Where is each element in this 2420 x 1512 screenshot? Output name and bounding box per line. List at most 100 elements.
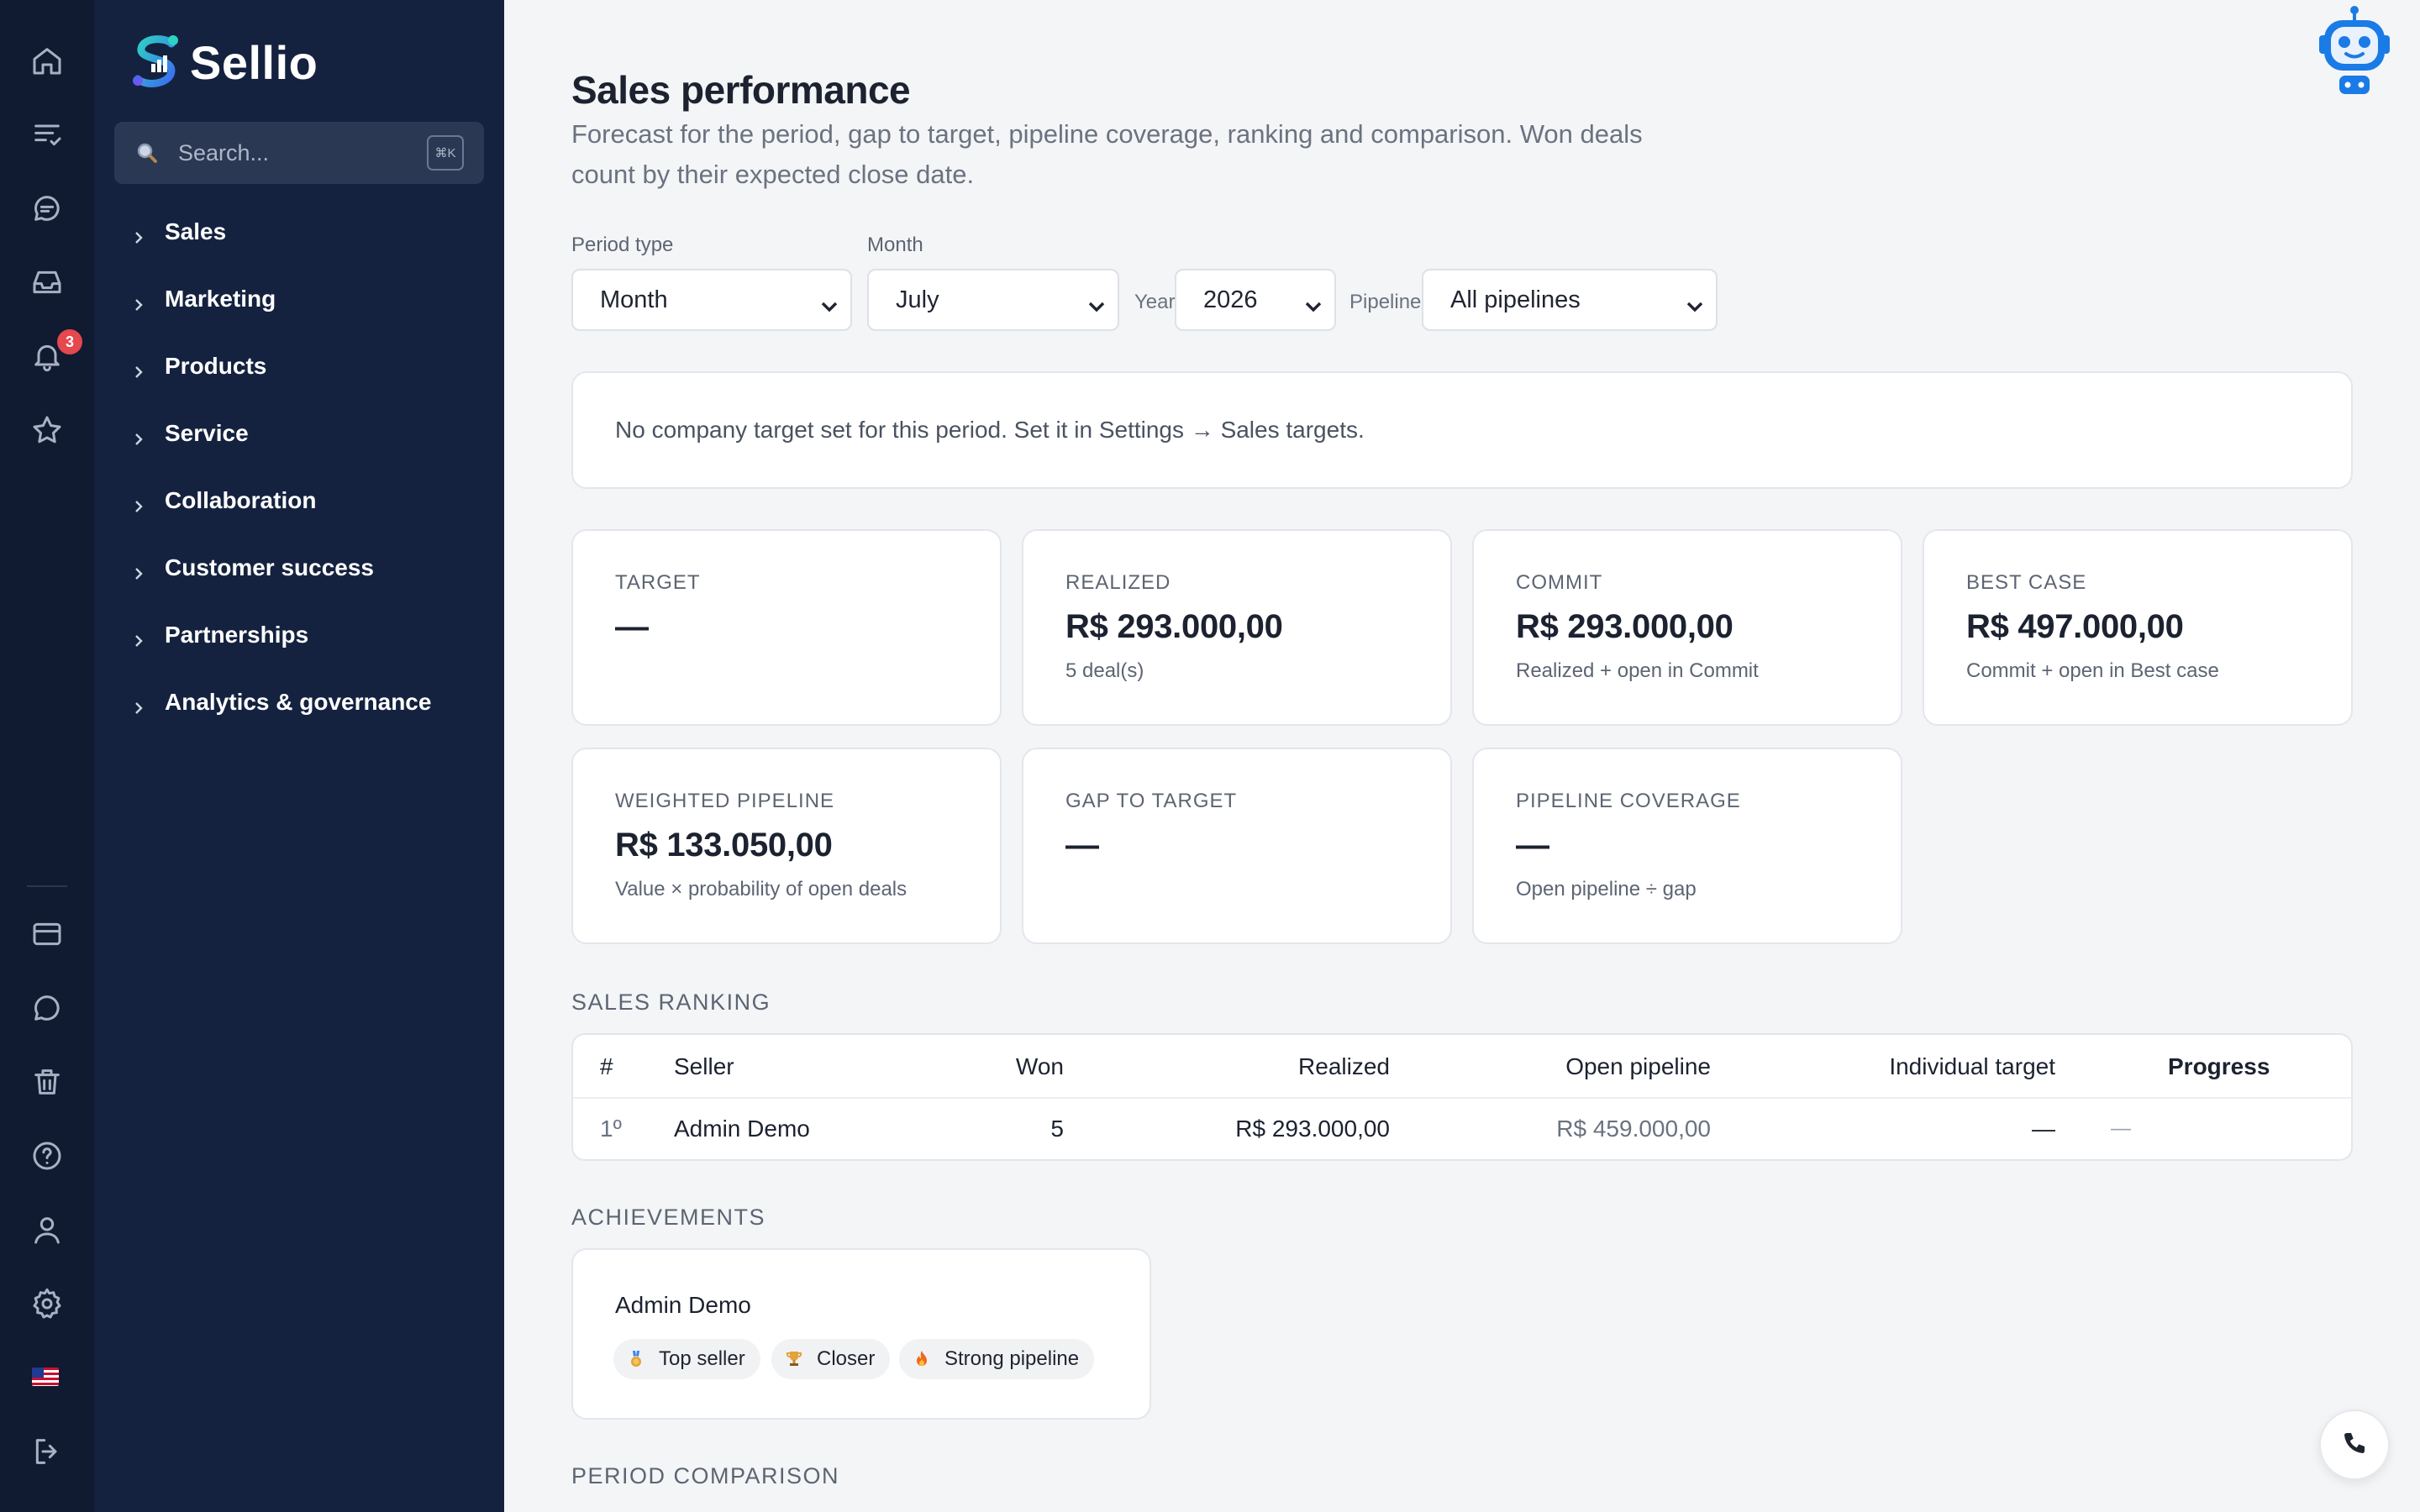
medal-icon bbox=[625, 1348, 647, 1370]
kpi-card-pipeline-coverage: PIPELINE COVERAGE — Open pipeline ÷ gap bbox=[1472, 748, 1902, 944]
chevron-right-icon bbox=[131, 627, 146, 647]
achievement-chip: Strong pipeline bbox=[899, 1339, 1095, 1379]
col-header-realized: Realized bbox=[1298, 1053, 1390, 1079]
col-header-progress: Progress bbox=[2168, 1053, 2270, 1079]
achievement-label: Closer bbox=[817, 1347, 876, 1370]
chevron-down-icon bbox=[1686, 293, 1704, 312]
help-circle-icon[interactable] bbox=[25, 1134, 69, 1178]
achievement-label: Top seller bbox=[659, 1347, 745, 1370]
settings-gear-icon[interactable] bbox=[25, 1282, 69, 1326]
sidebar-item-products[interactable]: Products bbox=[131, 345, 266, 387]
sidebar-item-sales[interactable]: Sales bbox=[131, 211, 226, 253]
achievement-label: Strong pipeline bbox=[944, 1347, 1080, 1370]
cell-individual-target: — bbox=[2032, 1116, 2055, 1142]
notification-badge: 3 bbox=[57, 329, 82, 354]
chevron-down-icon bbox=[820, 293, 839, 312]
pipeline-label: Pipeline bbox=[1349, 291, 1422, 313]
year-value: 2026 bbox=[1203, 286, 1258, 313]
cell-realized: R$ 293.000,00 bbox=[1235, 1116, 1390, 1142]
chevron-right-icon bbox=[131, 426, 146, 445]
phone-icon bbox=[2341, 1430, 2368, 1461]
call-button[interactable] bbox=[2319, 1410, 2390, 1480]
cell-won: 5 bbox=[1050, 1116, 1064, 1142]
message-circle-icon[interactable] bbox=[25, 986, 69, 1030]
home-icon[interactable] bbox=[25, 39, 69, 82]
chevron-right-icon bbox=[131, 291, 146, 311]
month-value: July bbox=[896, 286, 939, 313]
brand-name: Sellio bbox=[190, 35, 318, 89]
kpi-label: TARGET bbox=[615, 571, 701, 594]
fire-icon bbox=[911, 1348, 933, 1370]
trash-icon[interactable] bbox=[25, 1060, 69, 1104]
sidebar-item-collaboration[interactable]: Collaboration bbox=[131, 480, 316, 522]
col-header-open-pipeline: Open pipeline bbox=[1565, 1053, 1711, 1079]
kpi-value: R$ 497.000,00 bbox=[1966, 608, 2184, 645]
table-divider bbox=[573, 1097, 2351, 1099]
kpi-subtext: 5 deal(s) bbox=[1065, 659, 1144, 682]
kpi-value: R$ 293.000,00 bbox=[1516, 608, 1733, 645]
col-header-seller: Seller bbox=[674, 1053, 734, 1079]
sidebar-item-partnerships[interactable]: Partnerships bbox=[131, 614, 308, 656]
kpi-subtext: Open pipeline ÷ gap bbox=[1516, 878, 1697, 900]
pipeline-value: All pipelines bbox=[1450, 286, 1581, 313]
kpi-label: WEIGHTED PIPELINE bbox=[615, 790, 835, 812]
period-type-value: Month bbox=[600, 286, 668, 313]
kpi-subtext: Realized + open in Commit bbox=[1516, 659, 1759, 682]
bell-icon[interactable]: 3 bbox=[25, 329, 82, 378]
kpi-value: — bbox=[615, 608, 649, 645]
sidebar-search[interactable]: ⌘K bbox=[114, 122, 484, 184]
no-target-notice: No company target set for this period. S… bbox=[571, 371, 2353, 489]
sidebar-item-customer-success[interactable]: Customer success bbox=[131, 547, 374, 589]
sidebar-item-label: Analytics & governance bbox=[165, 689, 432, 715]
chevron-right-icon bbox=[131, 493, 146, 512]
section-title-achievements: ACHIEVEMENTS bbox=[571, 1205, 766, 1230]
chevron-down-icon bbox=[1087, 293, 1106, 312]
sidebar-item-service[interactable]: Service bbox=[131, 412, 249, 454]
search-shortcut-hint: ⌘K bbox=[427, 135, 464, 171]
kpi-value: R$ 133.050,00 bbox=[615, 827, 833, 864]
cell-rank: 1º bbox=[600, 1116, 622, 1142]
sellio-logo-mark-icon bbox=[129, 32, 183, 92]
sidebar-item-label: Service bbox=[165, 420, 249, 446]
trophy-icon bbox=[783, 1348, 805, 1370]
kpi-subtext: Commit + open in Best case bbox=[1966, 659, 2219, 682]
cell-seller: Admin Demo bbox=[674, 1116, 810, 1142]
brand-logo[interactable]: Sellio bbox=[129, 32, 318, 92]
pipeline-select[interactable]: All pipelines bbox=[1422, 269, 1718, 331]
kpi-value: — bbox=[1065, 827, 1099, 864]
section-title-ranking: SALES RANKING bbox=[571, 990, 771, 1015]
inbox-icon[interactable] bbox=[25, 260, 69, 304]
achievements-card: Admin Demo Top seller Closer Strong pipe… bbox=[571, 1248, 1151, 1420]
period-type-select[interactable]: Month bbox=[571, 269, 852, 331]
col-header-won: Won bbox=[1015, 1053, 1064, 1079]
logout-icon[interactable] bbox=[25, 1430, 69, 1473]
kpi-label: BEST CASE bbox=[1966, 571, 2087, 594]
icon-rail: 3 bbox=[0, 0, 94, 1512]
chevron-right-icon bbox=[131, 359, 146, 378]
chat-icon[interactable] bbox=[25, 186, 69, 230]
chevron-right-icon bbox=[131, 560, 146, 580]
year-select[interactable]: 2026 bbox=[1175, 269, 1336, 331]
sidebar-item-label: Marketing bbox=[165, 286, 276, 312]
ai-assistant-robot-icon[interactable] bbox=[2316, 5, 2393, 96]
year-label: Year bbox=[1134, 291, 1176, 313]
credit-card-icon[interactable] bbox=[25, 912, 69, 956]
col-header-rank: # bbox=[600, 1053, 613, 1079]
star-icon[interactable] bbox=[25, 408, 69, 452]
search-input[interactable] bbox=[178, 139, 422, 166]
task-list-icon[interactable] bbox=[25, 113, 69, 156]
sidebar-item-label: Products bbox=[165, 353, 267, 379]
user-icon[interactable] bbox=[25, 1208, 69, 1252]
kpi-card-realized: REALIZED R$ 293.000,00 5 deal(s) bbox=[1022, 529, 1452, 726]
sidebar-item-marketing[interactable]: Marketing bbox=[131, 278, 276, 320]
section-title-period-comparison: PERIOD COMPARISON bbox=[571, 1463, 840, 1488]
kpi-value: R$ 293.000,00 bbox=[1065, 608, 1283, 645]
cell-open-pipeline: R$ 459.000,00 bbox=[1556, 1116, 1711, 1142]
kpi-label: GAP TO TARGET bbox=[1065, 790, 1238, 812]
sidebar: Sellio ⌘K Sales Marketing Products Servi… bbox=[94, 0, 504, 1512]
kpi-card-target: TARGET — bbox=[571, 529, 1002, 726]
us-flag-icon[interactable] bbox=[32, 1368, 59, 1386]
month-select[interactable]: July bbox=[867, 269, 1119, 331]
sidebar-item-analytics-governance[interactable]: Analytics & governance bbox=[131, 681, 431, 723]
kpi-value: — bbox=[1516, 827, 1549, 864]
